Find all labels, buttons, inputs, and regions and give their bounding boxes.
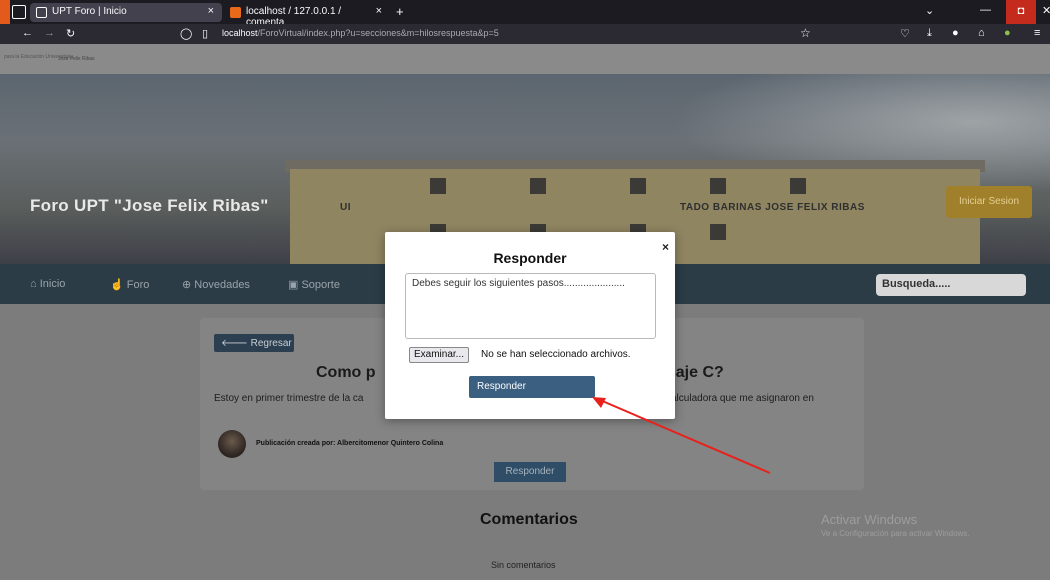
arrow-shaft — [599, 399, 771, 474]
annotation-arrow — [592, 397, 771, 474]
